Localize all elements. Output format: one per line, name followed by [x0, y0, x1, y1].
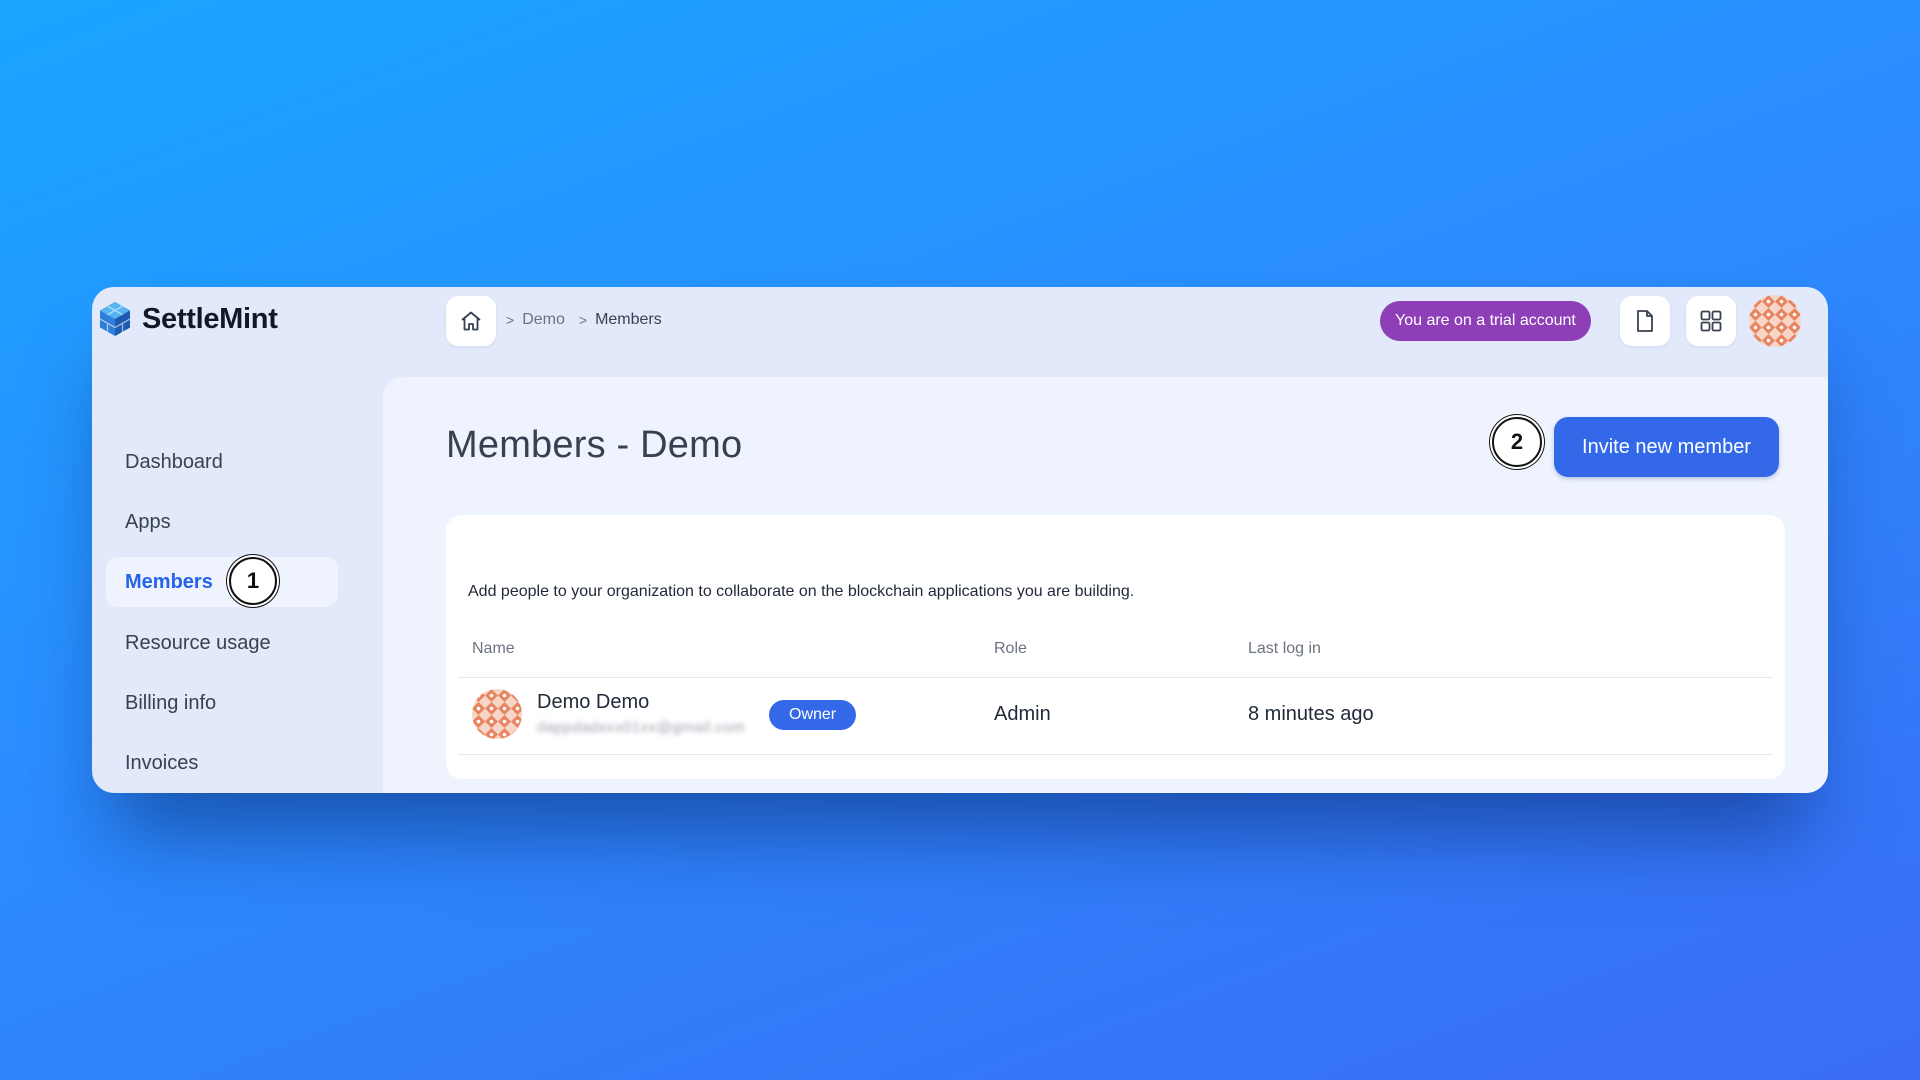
sidebar-item-members[interactable]: Members 1 [106, 557, 338, 607]
avatar-pattern-icon [1749, 295, 1801, 347]
sidebar-item-label: Apps [125, 510, 171, 533]
member-last-login: 8 minutes ago [1248, 703, 1374, 725]
table-divider [458, 677, 1773, 678]
sidebar-item-invoices[interactable]: Invoices [106, 738, 338, 788]
app-window: SettleMint > Demo > Members You are on a… [92, 287, 1828, 793]
member-email: dappdadxxx01xx@gmail.com [537, 719, 746, 736]
breadcrumb-item-members: Members [595, 311, 662, 328]
member-name: Demo Demo [537, 691, 650, 713]
sidebar-item-resource-usage[interactable]: Resource usage [106, 618, 338, 668]
column-header-last-login[interactable]: Last log in [1248, 640, 1321, 658]
table-divider [458, 754, 1773, 755]
sidebar-item-apps[interactable]: Apps [106, 497, 338, 547]
apps-grid-button[interactable] [1686, 296, 1736, 346]
home-button[interactable] [446, 296, 496, 346]
members-description: Add people to your organization to colla… [468, 583, 1135, 600]
step-marker-1: 1 [229, 557, 277, 605]
document-icon [1637, 310, 1653, 332]
trial-account-badge[interactable]: You are on a trial account [1380, 301, 1591, 341]
sidebar-item-label: Members [125, 570, 213, 593]
invite-new-member-button[interactable]: Invite new member [1554, 417, 1779, 477]
brand[interactable]: SettleMint [98, 301, 278, 337]
column-header-role[interactable]: Role [994, 640, 1027, 658]
sidebar-item-label: Dashboard [125, 450, 223, 473]
sidebar-item-dashboard[interactable]: Dashboard [106, 437, 338, 487]
members-card: Add people to your organization to colla… [446, 515, 1785, 779]
sidebar-item-label: Invoices [125, 751, 199, 774]
user-avatar[interactable] [1749, 295, 1801, 347]
home-icon [461, 311, 481, 331]
owner-badge: Owner [769, 700, 857, 730]
step-marker-2: 2 [1492, 417, 1542, 467]
main-content: Members - Demo 2 Invite new member Add p… [383, 377, 1828, 793]
member-avatar [472, 689, 522, 739]
avatar-pattern-icon [472, 689, 522, 739]
sidebar-item-billing-info[interactable]: Billing info [106, 678, 338, 728]
page-title: Members - Demo [446, 424, 743, 466]
settlemint-logo-icon [99, 302, 131, 336]
breadcrumb-separator: > [506, 312, 515, 328]
breadcrumb-item-demo[interactable]: Demo [522, 311, 565, 329]
brand-name: SettleMint [142, 302, 278, 335]
sidebar-item-label: Billing info [125, 691, 217, 714]
apps-grid-icon [1700, 310, 1722, 332]
sidebar-item-label: Resource usage [125, 631, 271, 654]
column-header-name[interactable]: Name [472, 640, 515, 658]
member-role: Admin [994, 703, 1051, 725]
breadcrumb: > Demo > Members [506, 311, 662, 329]
breadcrumb-separator: > [578, 312, 588, 328]
documentation-button[interactable] [1620, 296, 1670, 346]
